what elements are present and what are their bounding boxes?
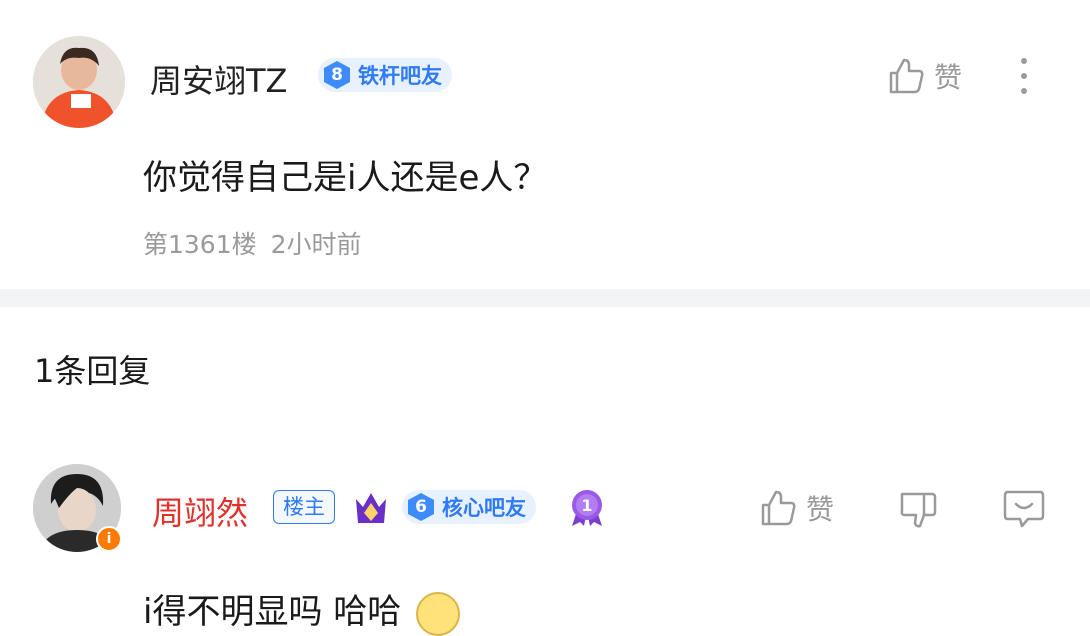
post-meta: 第1361楼 2小时前 [143,225,362,261]
verified-badge-icon: i [96,526,122,552]
thumbs-down-icon[interactable] [898,488,938,530]
like-button[interactable]: 赞 [758,488,834,528]
op-tag: 楼主 [273,490,335,524]
reply-count-header: 1条回复 [34,352,151,390]
level-badge[interactable]: 6 核心吧友 [402,490,536,524]
post-time: 2小时前 [270,230,362,259]
comment-icon[interactable] [1002,486,1046,530]
post-username[interactable]: 周安翊TZ [150,56,287,102]
more-options-icon[interactable] [1014,56,1034,96]
level-badge-label: 核心吧友 [442,496,526,520]
level-shield-icon: 6 [406,492,436,522]
like-label: 赞 [934,61,963,94]
thumbs-up-icon [889,58,924,94]
thumbs-up-icon [761,490,796,526]
level-shield-icon: 8 [322,60,352,90]
level-badge-label: 铁杆吧友 [358,64,442,88]
medal-icon: 1 [568,488,606,528]
avatar[interactable] [33,36,125,128]
level-badge[interactable]: 8 铁杆吧友 [318,58,452,92]
like-label: 赞 [806,493,835,526]
svg-text:1: 1 [581,496,592,515]
section-divider [0,289,1090,307]
crown-icon [353,489,389,527]
reply-username[interactable]: 周翊然 [152,488,248,534]
like-button[interactable]: 赞 [886,56,962,96]
reply-content: i得不明显吗 哈哈 [143,584,461,636]
emoji-icon [416,591,461,636]
floor-number: 第1361楼 [143,230,257,259]
post-content: 你觉得自己是i人还是e人？ [143,158,548,198]
